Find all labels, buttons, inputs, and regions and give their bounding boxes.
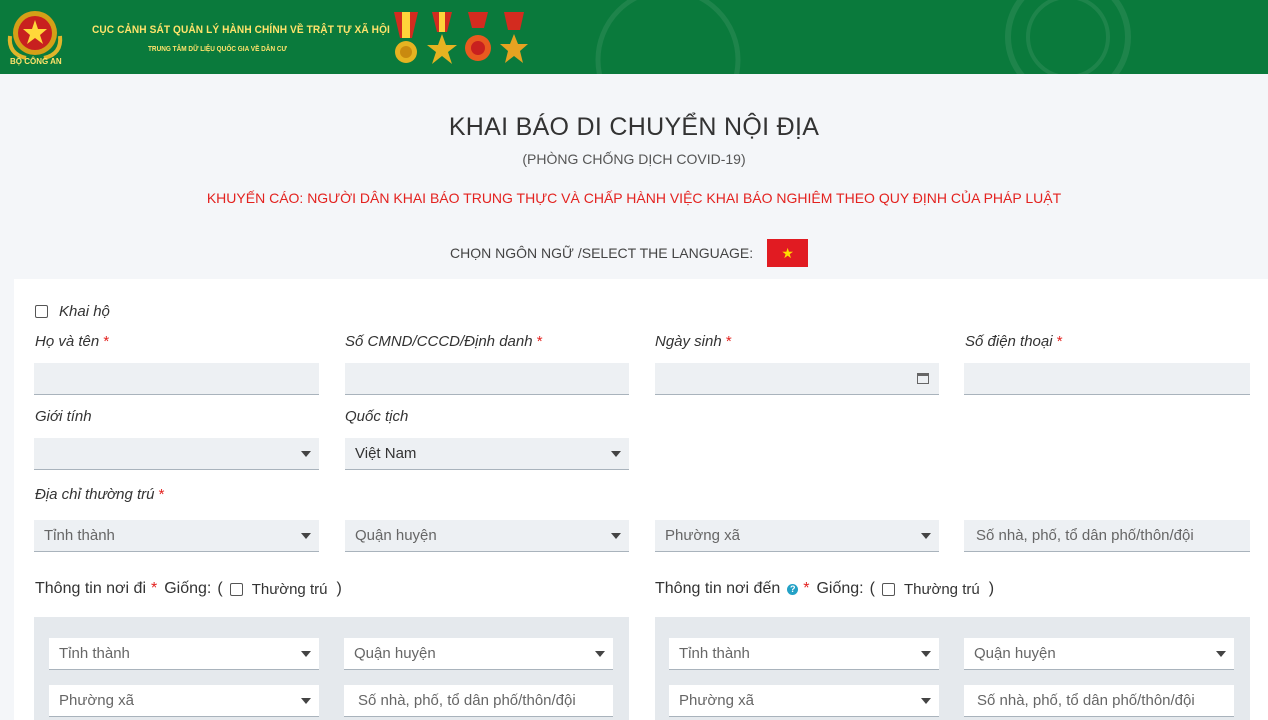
organization-subtitle: TRUNG TÂM DỮ LIỆU QUỐC GIA VỀ DÂN CƯ [148, 46, 287, 53]
language-selector: CHỌN NGÔN NGỮ /SELECT THE LANGUAGE: ★ [450, 238, 809, 267]
so-dien-thoai-label-wrap: Số điện thoại * [965, 333, 1063, 350]
gioi-tinh-select[interactable] [34, 438, 319, 470]
vietnam-flag-icon: ★ [781, 244, 794, 261]
dia-chi-label: Địa chỉ thường trú [35, 486, 155, 503]
noi-den-so-nha-input[interactable]: Số nhà, phố, tổ dân phố/thôn/đội [964, 685, 1234, 717]
medals-icon [394, 12, 528, 64]
chevron-down-icon [921, 533, 931, 539]
emblem-caption: BỘ CÔNG AN [10, 57, 62, 66]
noi-di-so-nha-input[interactable]: Số nhà, phố, tổ dân phố/thôn/đội [344, 685, 613, 717]
ho-ten-input[interactable] [34, 363, 319, 395]
required-marker: * [103, 333, 110, 350]
chevron-down-icon [301, 533, 311, 539]
chevron-down-icon [301, 451, 311, 457]
so-dien-thoai-input[interactable] [964, 363, 1250, 395]
cmnd-label-wrap: Số CMND/CCCD/Định danh * [345, 333, 543, 350]
chevron-down-icon [921, 651, 931, 657]
ho-ten-label-wrap: Họ và tên * [35, 333, 109, 350]
cmnd-input[interactable] [345, 363, 629, 395]
dia-chi-so-nha-input[interactable]: Số nhà, phố, tổ dân phố/thôn/đội [964, 520, 1250, 552]
cmnd-label: Số CMND/CCCD/Định danh [345, 333, 533, 350]
help-icon[interactable]: ? [787, 583, 799, 595]
site-header: BỘ CÔNG AN CỤC CẢNH SÁT QUẢN LÝ HÀNH CHÍ… [0, 0, 1268, 74]
khai-ho-row: Khai hộ [35, 303, 110, 320]
so-dien-thoai-label: Số điện thoại [965, 333, 1053, 350]
required-marker: * [725, 333, 732, 350]
ho-ten-label: Họ và tên [35, 333, 100, 350]
chevron-down-icon [611, 451, 621, 457]
language-label: CHỌN NGÔN NGỮ /SELECT THE LANGUAGE: [450, 244, 754, 261]
legal-warning: KHUYẾN CÁO: NGƯỜI DÂN KHAI BÁO TRUNG THỰ… [206, 190, 1062, 206]
quoc-tich-label: Quốc tịch [345, 408, 409, 425]
chevron-down-icon [301, 651, 311, 657]
required-marker: * [536, 333, 543, 350]
noi-den-section-title: Thông tin nơi đến ? * Giống: ( Thường tr… [655, 580, 995, 598]
page-subtitle: (PHÒNG CHỐNG DỊCH COVID-19) [522, 151, 746, 167]
ngay-sinh-input[interactable] [655, 363, 939, 395]
dia-chi-label-wrap: Địa chỉ thường trú * [35, 486, 164, 503]
noi-den-quan-select[interactable]: Quận huyện [964, 638, 1234, 670]
ngay-sinh-label-wrap: Ngày sinh * [655, 333, 732, 350]
organization-title: CỤC CẢNH SÁT QUẢN LÝ HÀNH CHÍNH VỀ TRẬT … [92, 24, 390, 36]
noi-di-phuong-select[interactable]: Phường xã [49, 685, 319, 717]
vietnam-flag-button[interactable]: ★ [767, 238, 809, 267]
khai-ho-label: Khai hộ [59, 303, 110, 320]
ngay-sinh-label: Ngày sinh [655, 333, 722, 350]
noi-di-tinh-select[interactable]: Tỉnh thành [49, 638, 319, 670]
required-marker: * [1056, 333, 1063, 350]
noi-di-thuong-tru-label: Thường trú [251, 580, 328, 598]
noi-den-phuong-select[interactable]: Phường xã [669, 685, 939, 717]
khai-ho-checkbox[interactable] [35, 305, 48, 318]
gioi-tinh-label: Giới tính [35, 408, 92, 425]
dia-chi-quan-select[interactable]: Quận huyện [345, 520, 629, 552]
noi-di-quan-select[interactable]: Quận huyện [344, 638, 613, 670]
required-marker: * [158, 486, 165, 503]
page-title: KHAI BÁO DI CHUYỂN NỘI ĐỊA [448, 113, 820, 141]
noi-den-thuong-tru-checkbox[interactable] [881, 582, 895, 596]
noi-di-thuong-tru-checkbox[interactable] [229, 582, 243, 596]
calendar-icon[interactable] [917, 373, 929, 384]
chevron-down-icon [301, 698, 311, 704]
quoc-tich-select[interactable]: Việt Nam [345, 438, 629, 470]
noi-den-tinh-select[interactable]: Tỉnh thành [669, 638, 939, 670]
noi-di-section-title: Thông tin nơi đi * Giống: ( Thường trú ) [35, 580, 342, 598]
dia-chi-phuong-select[interactable]: Phường xã [655, 520, 939, 552]
chevron-down-icon [1216, 651, 1226, 657]
required-marker: * [151, 580, 158, 597]
required-marker: * [803, 580, 810, 597]
chevron-down-icon [595, 651, 605, 657]
dia-chi-tinh-select[interactable]: Tỉnh thành [34, 520, 319, 552]
noi-den-thuong-tru-label: Thường trú [903, 580, 980, 598]
chevron-down-icon [611, 533, 621, 539]
chevron-down-icon [921, 698, 931, 704]
